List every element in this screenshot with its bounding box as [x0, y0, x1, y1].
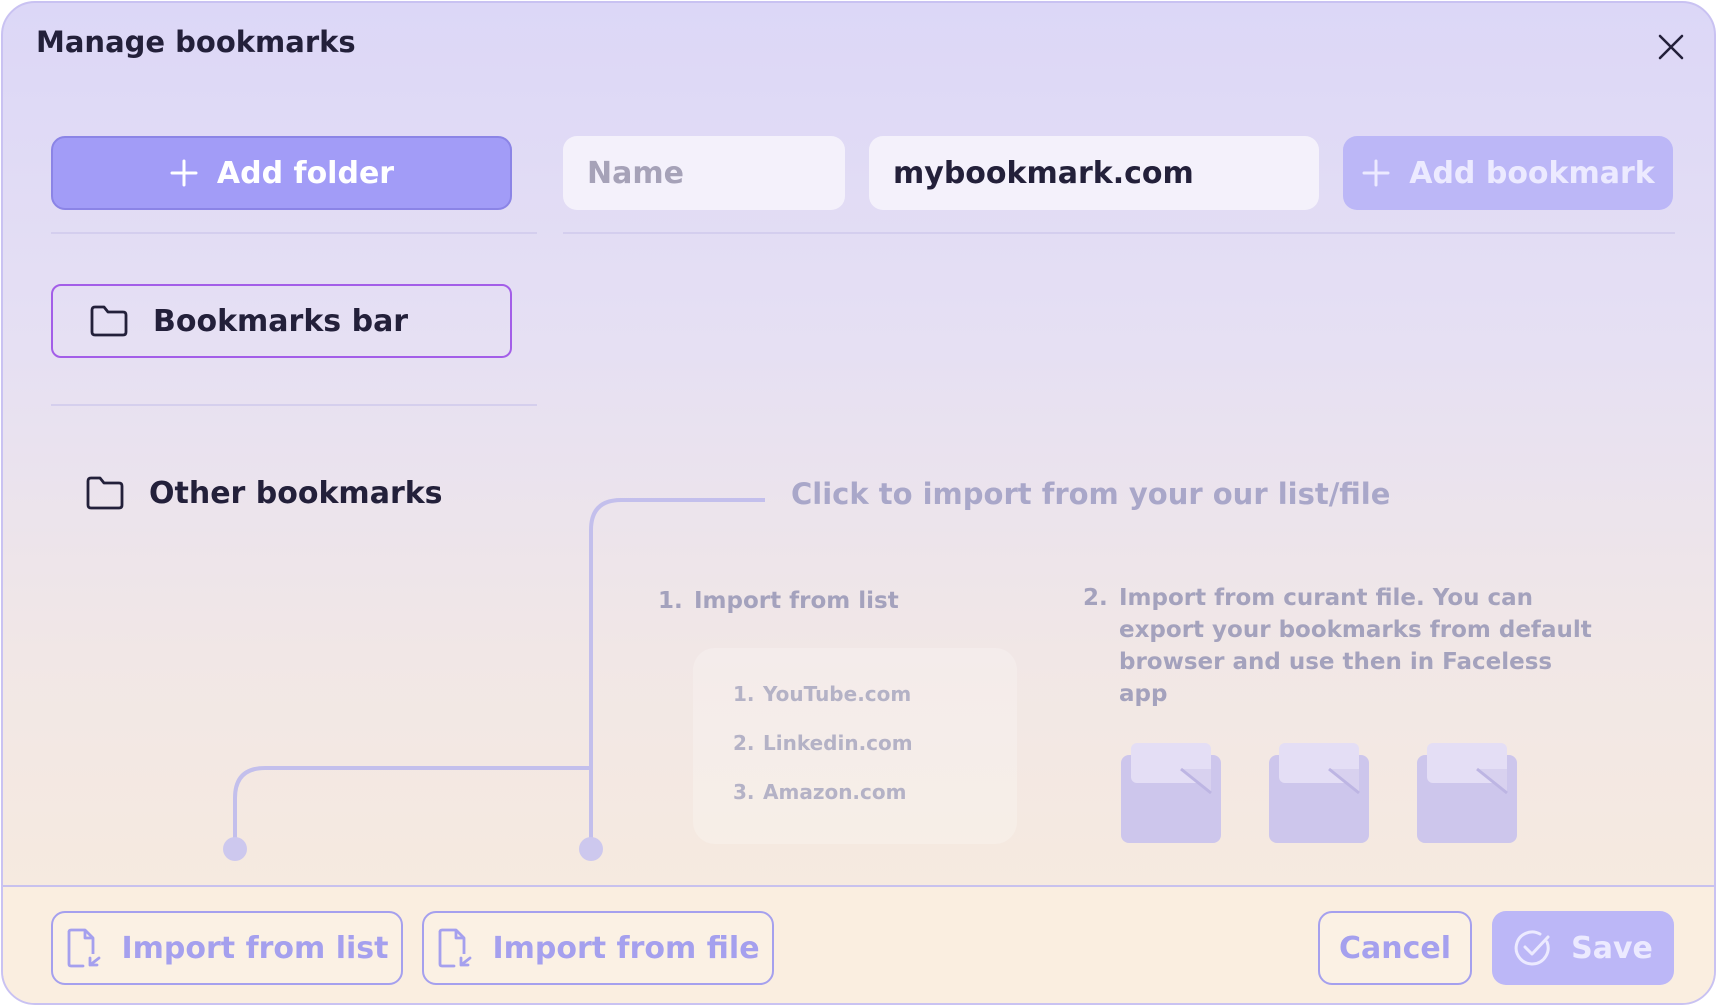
- manage-bookmarks-dialog: Manage bookmarks Add folder Name mybookm…: [1, 1, 1716, 1005]
- cancel-button[interactable]: Cancel: [1318, 911, 1472, 985]
- step-text-line: Import from curant file. You can: [1119, 585, 1534, 611]
- check-circle-icon: [1514, 930, 1550, 966]
- import-step-1: 1. Import from list: [658, 585, 978, 619]
- list-item: 3. Amazon.com: [733, 780, 906, 804]
- cancel-label: Cancel: [1338, 930, 1452, 966]
- file-icon: [1121, 743, 1221, 843]
- import-step-2: 2. Import from curant file. You can expo…: [1083, 582, 1603, 707]
- step-text: Import from list: [694, 588, 899, 614]
- file-icon: [1269, 743, 1369, 843]
- list-item-text: YouTube.com: [763, 682, 912, 706]
- list-item-number: 2.: [733, 731, 755, 755]
- import-from-list-label: Import from list: [121, 930, 389, 966]
- import-from-file-label: Import from file: [492, 930, 760, 966]
- save-button[interactable]: Save: [1492, 911, 1674, 985]
- step-number: 1.: [658, 588, 683, 614]
- import-from-file-button[interactable]: Import from file: [422, 911, 774, 985]
- step-text-line: export your bookmarks from default: [1119, 617, 1592, 643]
- save-label: Save: [1571, 930, 1653, 966]
- list-item-text: Amazon.com: [763, 780, 907, 804]
- step-text-line: browser and use then in Faceless app: [1119, 649, 1553, 707]
- list-item: 2. Linkedin.com: [733, 731, 913, 755]
- list-item-text: Linkedin.com: [763, 731, 913, 755]
- connector-dot: [579, 837, 603, 861]
- list-item-number: 1.: [733, 682, 755, 706]
- sample-list-card: 1. YouTube.com 2. Linkedin.com 3. Amazon.co…: [693, 648, 1017, 844]
- file-import-icon: [439, 928, 472, 968]
- connector-dot: [223, 837, 247, 861]
- file-icon: [1417, 743, 1517, 843]
- step-number: 2.: [1083, 585, 1108, 611]
- list-item-number: 3.: [733, 780, 755, 804]
- import-hint-text: Click to import from your our list/file: [791, 477, 1391, 511]
- import-from-list-button[interactable]: Import from list: [51, 911, 403, 985]
- file-import-icon: [68, 928, 101, 968]
- list-item: 1. YouTube.com: [733, 682, 911, 706]
- footer-divider: [3, 885, 1714, 887]
- step-text: Import from curant file. You can export …: [1119, 582, 1603, 710]
